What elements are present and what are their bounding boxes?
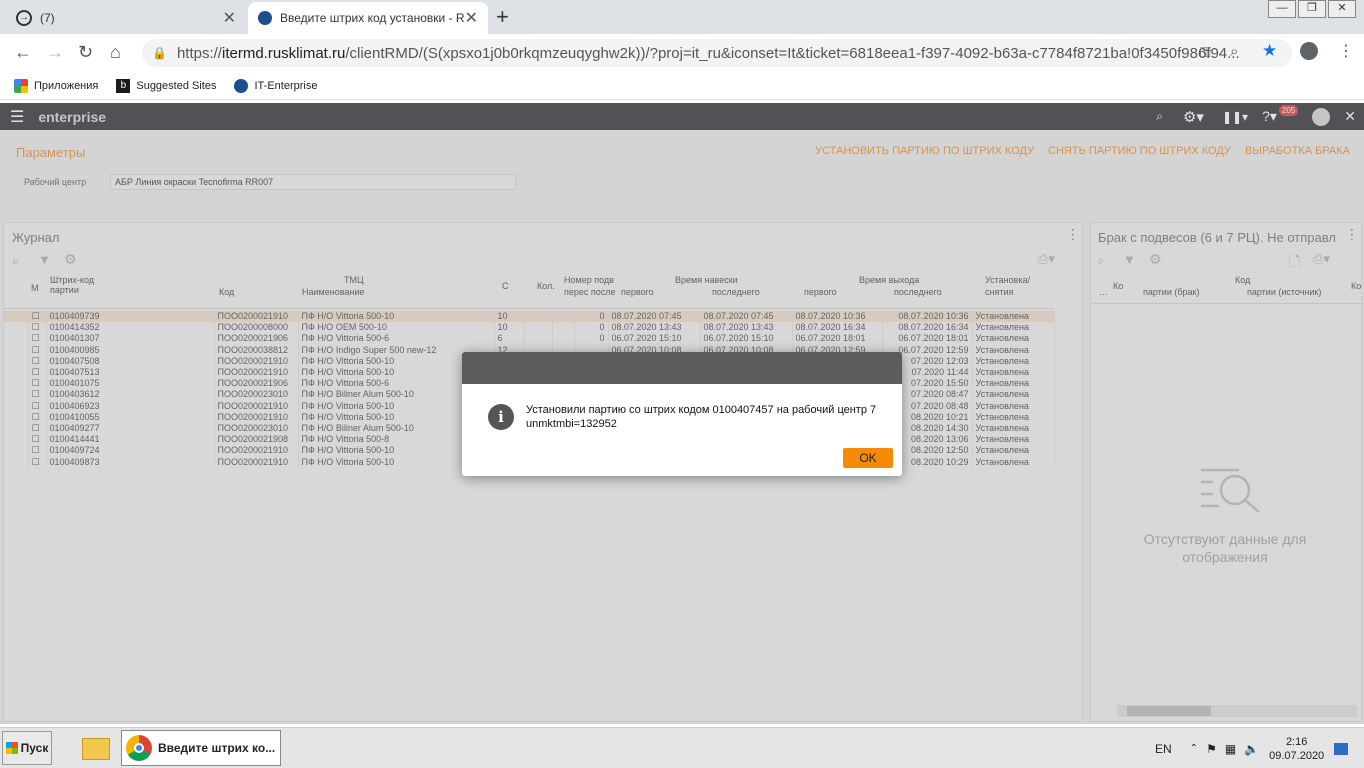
clock-date: 09.07.2020 <box>1269 749 1325 762</box>
dialog-header <box>462 352 902 384</box>
url-path: /clientRMD/(S(xpsxo1j0b0rkqmzeuqyghw2k))… <box>345 44 1240 62</box>
file-explorer-icon[interactable] <box>78 730 114 766</box>
back-icon[interactable]: ← <box>14 42 32 63</box>
bookmark-label: Suggested Sites <box>136 79 217 92</box>
clock[interactable]: 2:16 09.07.2020 <box>1269 735 1324 763</box>
window-controls: — ❐ ✕ <box>1266 0 1356 18</box>
volume-icon[interactable]: 🔈 <box>1244 742 1259 756</box>
show-desktop-icon[interactable] <box>1334 742 1349 755</box>
system-tray: EN ⌃ ⚑ ▦ 🔈 2:16 09.07.2020 <box>1145 728 1364 768</box>
it-logo-icon <box>234 78 249 93</box>
info-dialog: i Установили партию со штрих кодом 01004… <box>462 352 902 476</box>
tab-title: (7) <box>40 11 55 25</box>
lock-icon: 🔒 <box>152 46 167 60</box>
minimize-icon[interactable]: — <box>1268 0 1296 18</box>
forward-icon[interactable]: → <box>46 42 64 63</box>
dialog-message-line2: unmktmbi=132952 <box>526 418 617 430</box>
home-icon[interactable]: ⌂ <box>110 42 121 63</box>
close-tab-icon[interactable]: ✕ <box>223 8 236 28</box>
bookmark-it-enterprise[interactable]: IT-Enterprise <box>234 78 318 93</box>
new-tab-icon[interactable]: + <box>496 4 509 30</box>
ok-button[interactable]: OK <box>843 448 893 468</box>
bing-icon: b <box>116 78 131 93</box>
chrome-task-label: Введите штрих ко... <box>158 741 276 755</box>
bookmark-apps[interactable]: Приложения <box>14 78 99 93</box>
windows-logo-icon <box>5 742 18 754</box>
key-icon[interactable]: ⚿ <box>1200 44 1211 61</box>
url-domain: itermd.rusklimat.ru <box>221 44 346 62</box>
browser-toolbar: ← → ↻ ⌂ 🔒 https://itermd.rusklimat.ru/cl… <box>0 34 1364 72</box>
chrome-icon <box>126 735 152 761</box>
tab-inactive[interactable]: → (7) ✕ <box>6 2 246 34</box>
language-indicator[interactable]: EN <box>1155 742 1172 756</box>
clock-time: 2:16 <box>1285 735 1308 748</box>
reload-icon[interactable]: ↻ <box>78 42 93 63</box>
info-icon: i <box>488 404 514 430</box>
apps-grid-icon <box>14 78 28 93</box>
menu-kebab-icon[interactable]: ⋮ <box>1338 41 1354 61</box>
zoom-icon[interactable]: ⌕ <box>1230 43 1238 60</box>
bookmark-label: Приложения <box>34 79 99 92</box>
close-tab-icon[interactable]: ✕ <box>465 8 478 28</box>
tab-favicon-it-icon <box>258 11 272 25</box>
tab-title: Введите штрих код установки - R <box>280 11 465 25</box>
bookmark-star-icon[interactable]: ★ <box>1262 41 1277 61</box>
bookmark-suggested[interactable]: b Suggested Sites <box>116 78 217 93</box>
windows-taskbar: Пуск Введите штрих ко... EN ⌃ ⚑ ▦ 🔈 2:16… <box>0 727 1364 768</box>
bookmarks-bar: Приложения b Suggested Sites IT-Enterpri… <box>0 72 1364 100</box>
close-window-icon[interactable]: ✕ <box>1328 0 1356 18</box>
start-button[interactable]: Пуск <box>2 731 52 765</box>
tab-active[interactable]: Введите штрих код установки - R ✕ <box>248 2 488 34</box>
browser-tab-strip: → (7) ✕ Введите штрих код установки - R … <box>0 0 1364 34</box>
profile-avatar-icon[interactable] <box>1300 42 1318 60</box>
bookmark-label: IT-Enterprise <box>254 79 318 92</box>
start-label: Пуск <box>20 741 49 755</box>
address-bar[interactable]: 🔒 https://itermd.rusklimat.ru/clientRMD/… <box>142 39 1292 67</box>
dialog-message-line1: Установили партию со штрих кодом 0100407… <box>526 404 877 416</box>
maximize-icon[interactable]: ❐ <box>1298 0 1326 18</box>
dialog-message: Установили партию со штрих кодом 0100407… <box>526 403 886 431</box>
url-scheme: https:// <box>176 44 222 62</box>
tray-expand-icon[interactable]: ⌃ <box>1190 743 1198 754</box>
flag-icon[interactable]: ⚑ <box>1206 742 1217 756</box>
tab-favicon-arrow-icon: → <box>16 10 32 26</box>
chrome-taskbar-button[interactable]: Введите штрих ко... <box>121 730 281 766</box>
network-icon[interactable]: ▦ <box>1225 742 1236 756</box>
